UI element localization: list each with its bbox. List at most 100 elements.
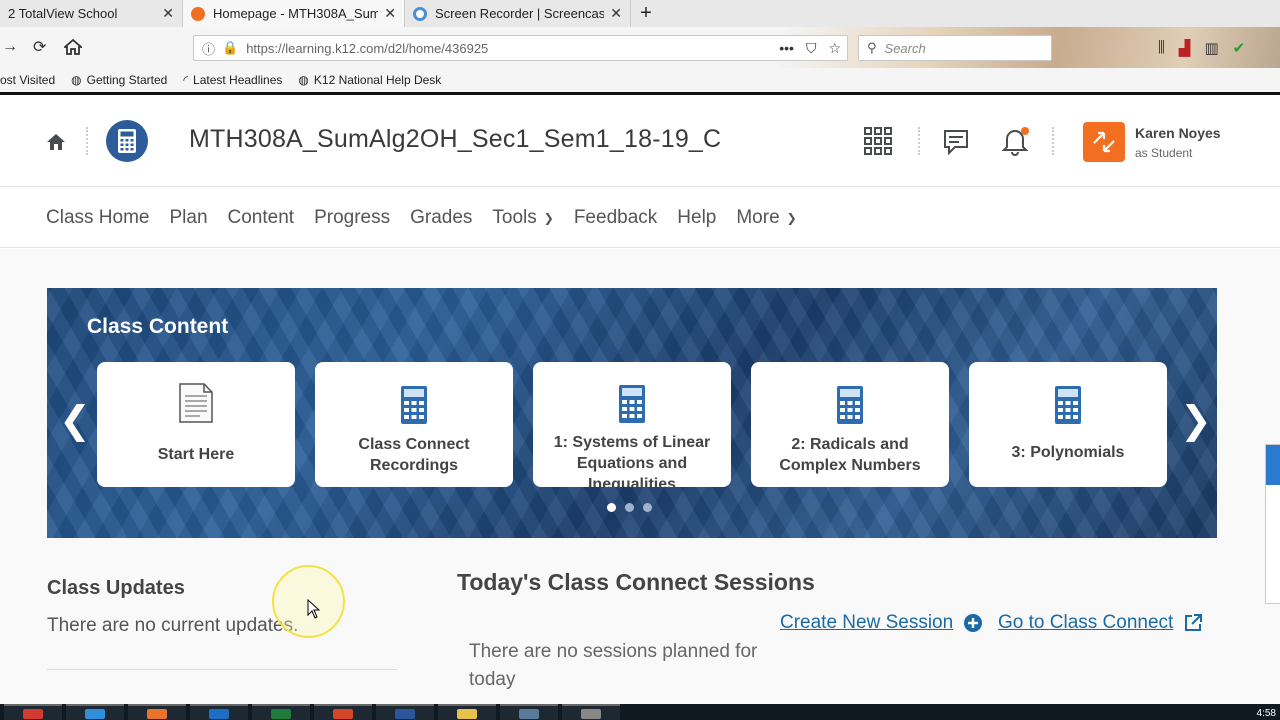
sessions-empty: There are no sessions planned for today [469, 641, 758, 690]
bookmark-most-visited[interactable]: ost Visited [0, 73, 55, 87]
content-card-class-connect[interactable]: Class Connect Recordings [315, 362, 513, 487]
carousel-dot[interactable] [625, 503, 634, 512]
home-icon[interactable] [62, 38, 84, 60]
card-label: 1: Systems of Linear Equations and Inequ… [553, 434, 711, 487]
taskbar-app-button[interactable] [438, 704, 496, 720]
bookmark-label: K12 National Help Desk [313, 73, 442, 87]
divider [1052, 127, 1054, 155]
app-icon [395, 709, 415, 719]
bookmark-star-icon[interactable]: ☆ [828, 40, 841, 57]
bookmark-latest-headlines[interactable]: ◜ Latest Headlines [183, 73, 282, 87]
side-widget-tab[interactable] [1265, 444, 1280, 604]
content-card-unit-1[interactable]: 1: Systems of Linear Equations and Inequ… [533, 362, 731, 487]
content-card-unit-3[interactable]: 3: Polynomials [969, 362, 1167, 487]
divider [47, 669, 397, 670]
taskbar-clock[interactable]: 4:58 [1257, 708, 1276, 719]
goto-class-connect-link[interactable]: Go to Class Connect [998, 612, 1203, 634]
sidebar-icon[interactable]: ▥ [1204, 39, 1218, 57]
nav-label: Class Home [46, 206, 150, 228]
close-icon[interactable]: ✕ [384, 5, 396, 22]
calculator-icon [1055, 386, 1081, 424]
external-link-icon [1185, 614, 1203, 631]
document-icon [179, 383, 213, 423]
nav-more[interactable]: More ❯ [736, 207, 796, 229]
calculator-icon [837, 386, 863, 424]
close-icon[interactable]: ✕ [162, 5, 174, 22]
new-tab-button[interactable]: + [631, 0, 661, 27]
extension-check-icon[interactable]: ✔ [1233, 39, 1246, 57]
taskbar-app-button[interactable] [376, 704, 434, 720]
messages-icon[interactable] [939, 125, 971, 157]
pocket-icon[interactable]: ⛉ [806, 40, 817, 57]
bookmark-help-desk[interactable]: ◍ K12 National Help Desk [298, 73, 441, 87]
carousel-dot[interactable] [607, 503, 616, 512]
bookmark-label: ost Visited [0, 73, 56, 87]
url-bar[interactable]: ⓘ 🔒 https://learning.k12.com/d2l/home/43… [193, 35, 848, 61]
app-icon [209, 709, 229, 719]
mouse-cursor-icon [307, 599, 321, 619]
taskbar-app-button[interactable] [128, 704, 186, 720]
course-title[interactable]: MTH308A_SumAlg2OH_Sec1_Sem1_18-19_C [189, 125, 721, 154]
bookmark-getting-started[interactable]: ◍ Getting Started [71, 73, 167, 87]
content-card-start-here[interactable]: Start Here [97, 362, 295, 487]
nav-plan[interactable]: Plan [169, 207, 207, 229]
apps-grid-icon[interactable] [862, 125, 894, 157]
tab-label: 2 TotalView School [8, 6, 118, 21]
home-icon[interactable] [46, 132, 66, 152]
course-navbar: Class Home Plan Content Progress Grades … [0, 188, 1280, 248]
taskbar-app-button[interactable] [252, 704, 310, 720]
nav-content[interactable]: Content [228, 207, 295, 229]
windows-taskbar: 4:58 [0, 704, 1280, 720]
taskbar-app-button[interactable] [500, 704, 558, 720]
carousel-prev-button[interactable]: ❮ [59, 398, 91, 443]
nav-grades[interactable]: Grades [410, 207, 472, 229]
class-updates-empty: There are no current updates. [47, 615, 299, 636]
url-text: https://learning.k12.com/d2l/home/436925 [246, 40, 489, 56]
globe-icon: ◍ [298, 73, 309, 87]
info-icon[interactable]: ⓘ [202, 39, 215, 58]
search-input[interactable]: ⚲ Search [858, 35, 1052, 61]
library-icon[interactable]: ⫼ [1158, 39, 1165, 57]
taskbar-app-button[interactable] [562, 704, 620, 720]
divider [86, 127, 88, 155]
app-icon [333, 709, 353, 719]
reload-icon[interactable]: ⟳ [33, 37, 46, 57]
nav-class-home[interactable]: Class Home [46, 207, 149, 229]
nav-feedback[interactable]: Feedback [574, 207, 657, 229]
calculator-icon [401, 386, 427, 424]
page-actions-icon[interactable]: ••• [779, 40, 794, 57]
forward-icon[interactable]: → [2, 38, 18, 56]
browser-tab-homepage[interactable]: Homepage - MTH308A_SumAl ✕ [183, 0, 405, 27]
carousel-next-button[interactable]: ❯ [1180, 398, 1212, 443]
pdf-icon[interactable]: ▟ [1179, 39, 1191, 57]
taskbar-app-button[interactable] [190, 704, 248, 720]
nav-label: Grades [410, 206, 473, 228]
user-name[interactable]: Karen Noyes [1135, 125, 1221, 141]
rss-icon: ◜ [183, 73, 189, 87]
calculator-icon [118, 129, 136, 153]
app-icon [581, 709, 601, 719]
content-card-unit-2[interactable]: 2: Radicals and Complex Numbers [751, 362, 949, 487]
tab-label: Homepage - MTH308A_SumAl [213, 6, 379, 21]
nav-label: Progress [314, 206, 391, 228]
browser-tab-totalview[interactable]: 2 TotalView School ✕ [0, 0, 183, 27]
create-session-link[interactable]: Create New Session [780, 612, 983, 634]
carousel-title: Class Content [87, 315, 229, 338]
taskbar-app-button[interactable] [4, 704, 62, 720]
user-role: as Student [1135, 146, 1193, 160]
course-header: MTH308A_SumAlg2OH_Sec1_Sem1_18-19_C Kare… [0, 95, 1280, 187]
course-logo[interactable] [106, 120, 148, 162]
nav-label: Help [677, 206, 717, 228]
browser-tab-screencast[interactable]: Screen Recorder | Screencast-O ✕ [405, 0, 631, 27]
chevron-down-icon: ❯ [543, 210, 554, 225]
taskbar-app-button[interactable] [66, 704, 124, 720]
taskbar-app-button[interactable] [314, 704, 372, 720]
avatar[interactable] [1083, 122, 1125, 162]
close-icon[interactable]: ✕ [610, 5, 622, 22]
notifications-bell-icon[interactable] [999, 125, 1031, 157]
nav-progress[interactable]: Progress [314, 207, 390, 229]
nav-tools[interactable]: Tools ❯ [492, 207, 553, 229]
carousel-dot[interactable] [643, 503, 652, 512]
class-updates-title: Class Updates [47, 577, 185, 599]
nav-help[interactable]: Help [677, 207, 716, 229]
